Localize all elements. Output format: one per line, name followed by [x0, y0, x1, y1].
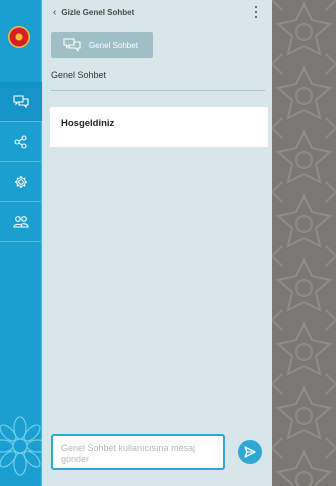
- message-text: Hosgeldiniz: [61, 118, 115, 129]
- message-input[interactable]: Genel Sohbet kullanıcısına mesaj gönder: [51, 434, 225, 470]
- chat-header: ‹ Gizle Genel Sohbet: [42, 0, 272, 28]
- rail-item-users[interactable]: [0, 202, 42, 242]
- decorative-pattern: [272, 0, 336, 486]
- hide-chat-label: Gizle Genel Sohbet: [61, 8, 135, 17]
- users-icon: [13, 215, 29, 228]
- send-icon: [244, 446, 256, 458]
- hide-chat-link[interactable]: ‹ Gizle Genel Sohbet: [53, 6, 135, 18]
- chevron-left-icon: ‹: [53, 6, 57, 18]
- rail-item-settings[interactable]: [0, 162, 42, 202]
- chat-section-title: Genel Sohbet: [51, 70, 107, 80]
- chat-bubbles-icon: [13, 94, 29, 108]
- public-chat-button-label: Genel Sohbet: [89, 40, 138, 50]
- decorative-flower-icon: [0, 416, 42, 476]
- rail-item-chat[interactable]: [0, 82, 42, 122]
- emblem-logo: [8, 26, 30, 48]
- send-button[interactable]: [238, 440, 262, 464]
- public-chat-button[interactable]: Genel Sohbet: [51, 32, 153, 58]
- chat-panel: ‹ Gizle Genel Sohbet Genel Sohbet Genel …: [42, 0, 272, 486]
- gear-icon: [15, 175, 27, 188]
- chat-bubbles-icon: [63, 38, 81, 52]
- more-options-icon[interactable]: [252, 6, 260, 18]
- geometric-pattern: [272, 0, 336, 486]
- rail-item-share[interactable]: [0, 122, 42, 162]
- sidebar-rail: [0, 0, 42, 486]
- share-icon: [14, 134, 27, 149]
- message-item: Hosgeldiniz: [50, 107, 268, 147]
- divider: [51, 90, 265, 91]
